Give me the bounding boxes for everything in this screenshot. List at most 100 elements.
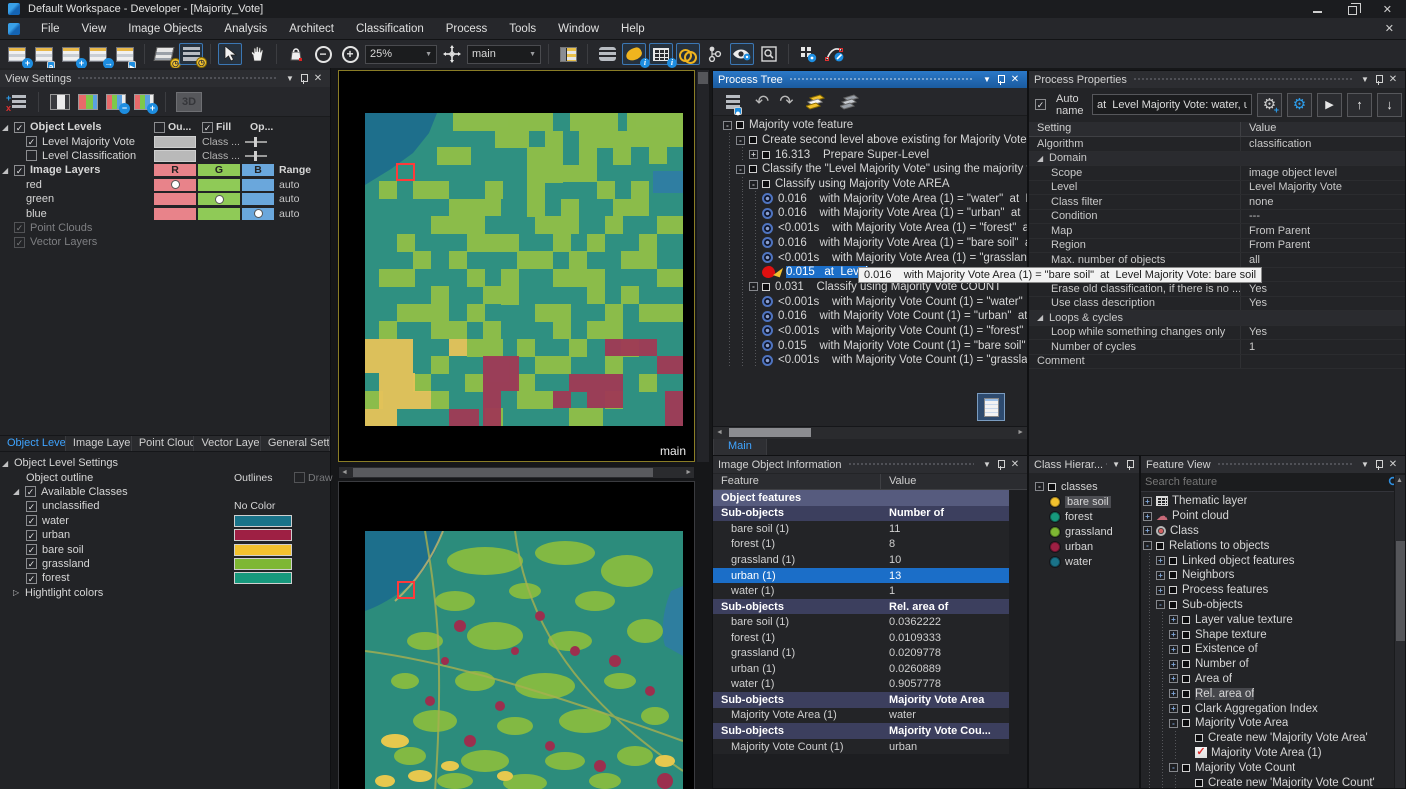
feature-checkbox-icon[interactable] <box>1169 601 1177 609</box>
process-checkbox-icon[interactable] <box>749 136 757 144</box>
minus-expander-icon[interactable]: - <box>736 165 745 174</box>
class-checkbox[interactable]: ✓ <box>26 573 37 584</box>
restore-button[interactable] <box>1348 6 1357 15</box>
run-settings-button[interactable]: ⚙ <box>1287 93 1312 117</box>
level-checkbox[interactable] <box>26 150 37 161</box>
minimize-button[interactable] <box>1313 11 1322 13</box>
property-row[interactable]: Condition--- <box>1029 210 1405 225</box>
process-tree-row[interactable]: 0.016 with Majority Vote Area (1) = "urb… <box>713 206 1027 221</box>
feature-view-row[interactable]: +☁Point cloud <box>1143 509 1395 524</box>
feature-view-row[interactable]: +Linked object features <box>1143 553 1395 568</box>
single-layer-view-icon[interactable] <box>49 93 71 111</box>
map-view-bottom[interactable] <box>338 481 695 789</box>
minus-expander-icon[interactable]: - <box>1169 719 1178 728</box>
plus-expander-icon[interactable]: + <box>1169 645 1178 654</box>
range-value[interactable]: auto <box>279 208 299 220</box>
feature-checkbox-icon[interactable] <box>1182 690 1190 698</box>
save-process-icon[interactable]: ◷ <box>179 43 203 65</box>
minus-expander-icon[interactable]: - <box>749 282 758 291</box>
property-row[interactable]: Comment <box>1029 355 1405 370</box>
expander-icon[interactable]: ◢ <box>2 123 14 132</box>
tab-general-sett-[interactable]: General Sett... <box>261 436 330 451</box>
feature-checkbox-icon[interactable] <box>1169 571 1177 579</box>
map-view-top[interactable]: main <box>338 70 695 462</box>
ioi-pin-icon[interactable] <box>997 459 1005 470</box>
plus-expander-icon[interactable]: + <box>1156 586 1165 595</box>
property-row[interactable]: LevelLevel Majority Vote <box>1029 181 1405 196</box>
image-layers-row[interactable]: ◢ ✓ Image Layers R G B Range <box>2 163 329 177</box>
view-settings-pin-icon[interactable] <box>300 73 308 84</box>
process-checkbox-icon[interactable] <box>762 180 770 188</box>
classes-root-row[interactable]: - classes <box>1035 479 1139 494</box>
class-hierarchy-pin-icon[interactable] <box>1126 459 1134 470</box>
feature-view-row[interactable]: +Class <box>1143 524 1395 539</box>
feature-view-row[interactable]: Create new 'Majority Vote Count' <box>1143 775 1395 788</box>
property-group-row[interactable]: ◢Domain <box>1029 152 1405 167</box>
minus-expander-icon[interactable]: - <box>1143 541 1152 550</box>
ioi-close-icon[interactable]: ✕ <box>1008 459 1022 470</box>
class-row-unclassified[interactable]: ✓unclassifiedNo Color <box>2 499 329 513</box>
3d-view-button[interactable]: 3D <box>176 92 202 112</box>
process-tree-pin-icon[interactable] <box>997 74 1005 85</box>
class-colors-label[interactable]: Class ... <box>202 150 240 162</box>
feature-checkbox-icon[interactable] <box>1156 542 1164 550</box>
workspace-grid-icon[interactable] <box>796 43 820 65</box>
execute-all-icon[interactable] <box>838 91 862 113</box>
feature-row[interactable]: grassland (1)10 <box>713 552 1009 568</box>
plus-expander-icon[interactable]: + <box>1156 571 1165 580</box>
class-hierarchy-panel-icon[interactable]: i <box>622 43 646 65</box>
feature-view-row[interactable]: +Rel. area of <box>1143 686 1395 701</box>
layer-blue-row[interactable]: blue auto <box>2 206 329 220</box>
feature-view-row[interactable]: +Number of <box>1143 657 1395 672</box>
plus-expander-icon[interactable]: + <box>1169 660 1178 669</box>
view-settings-menu-icon[interactable]: ▼ <box>283 74 297 83</box>
process-profile-icon[interactable]: ● <box>721 91 745 113</box>
save-workspace-icon[interactable]: a <box>32 43 56 65</box>
feature-row[interactable]: bare soil (1)0.0362222 <box>713 614 1009 630</box>
plus-expander-icon[interactable]: + <box>1143 497 1152 506</box>
feature-view-row[interactable]: +Shape texture <box>1143 627 1395 642</box>
create-workspace-icon[interactable]: + <box>5 43 29 65</box>
feature-checkbox-icon[interactable] <box>1182 705 1190 713</box>
property-group-row[interactable]: ◢Loops & cycles <box>1029 311 1405 326</box>
feature-view-row[interactable]: +Existence of <box>1143 642 1395 657</box>
minus-expander-icon[interactable]: - <box>1169 763 1178 772</box>
tab-main[interactable]: Main <box>713 439 767 456</box>
property-row[interactable]: Scopeimage object level <box>1029 166 1405 181</box>
level-majority-vote-row[interactable]: ✓ Level Majority Vote Class ... <box>2 134 329 148</box>
process-checkbox-icon[interactable] <box>762 283 770 291</box>
process-tree-row[interactable]: -Create second level above existing for … <box>713 133 1027 148</box>
feature-row[interactable]: Majority Vote Area (1)water <box>713 708 1009 724</box>
page-preview-button[interactable] <box>977 393 1005 421</box>
zoom-in-icon[interactable]: + <box>338 43 362 65</box>
tab-point-clouds[interactable]: Point Clouds <box>132 436 195 451</box>
select-cursor-icon[interactable] <box>218 43 242 65</box>
image-layers-checkbox[interactable]: ✓ <box>14 165 25 176</box>
process-tree-row[interactable]: -Classify the "Level Majority Vote" usin… <box>713 162 1027 177</box>
plus-expander-icon[interactable]: + <box>1169 704 1178 713</box>
object-outline-row[interactable]: Object outline Outlines Draw <box>2 470 329 484</box>
viewer-horizontal-scrollbar[interactable]: ◄► <box>338 466 695 479</box>
image-object-info-panel-icon[interactable]: i <box>649 43 673 65</box>
menu-architect[interactable]: Architect <box>278 23 345 35</box>
feature-checkbox-icon[interactable] <box>1182 631 1190 639</box>
process-checkbox-icon[interactable] <box>736 121 744 129</box>
move-up-button[interactable]: ↑ <box>1347 93 1372 117</box>
property-row[interactable]: Use class descriptionYes <box>1029 297 1405 312</box>
process-properties-menu-icon[interactable]: ▼ <box>1358 75 1372 84</box>
process-tree-row[interactable]: <0.001s with Majority Vote Area (1) = "f… <box>713 221 1027 236</box>
feature-view-row[interactable]: ✓Majority Vote Area (1) <box>1143 746 1395 761</box>
pan-hand-icon[interactable] <box>245 43 269 65</box>
feature-checkbox-icon[interactable] <box>1169 586 1177 594</box>
property-row[interactable]: RegionFrom Parent <box>1029 239 1405 254</box>
feature-view-row[interactable]: +Neighbors <box>1143 568 1395 583</box>
edit-level-list-icon[interactable]: +x <box>6 93 28 111</box>
process-tree-row[interactable]: -Classify using Majority Vote AREA <box>713 177 1027 192</box>
outline-checkbox[interactable] <box>154 122 165 133</box>
feature-checkbox-icon[interactable] <box>1195 734 1203 742</box>
feature-row[interactable]: urban (1)13 <box>713 568 1009 584</box>
navigate-icon[interactable] <box>440 43 464 65</box>
class-item-water[interactable]: water <box>1049 554 1139 569</box>
feature-row[interactable]: forest (1)8 <box>713 537 1009 553</box>
redo-icon[interactable]: ↷ <box>779 92 793 112</box>
